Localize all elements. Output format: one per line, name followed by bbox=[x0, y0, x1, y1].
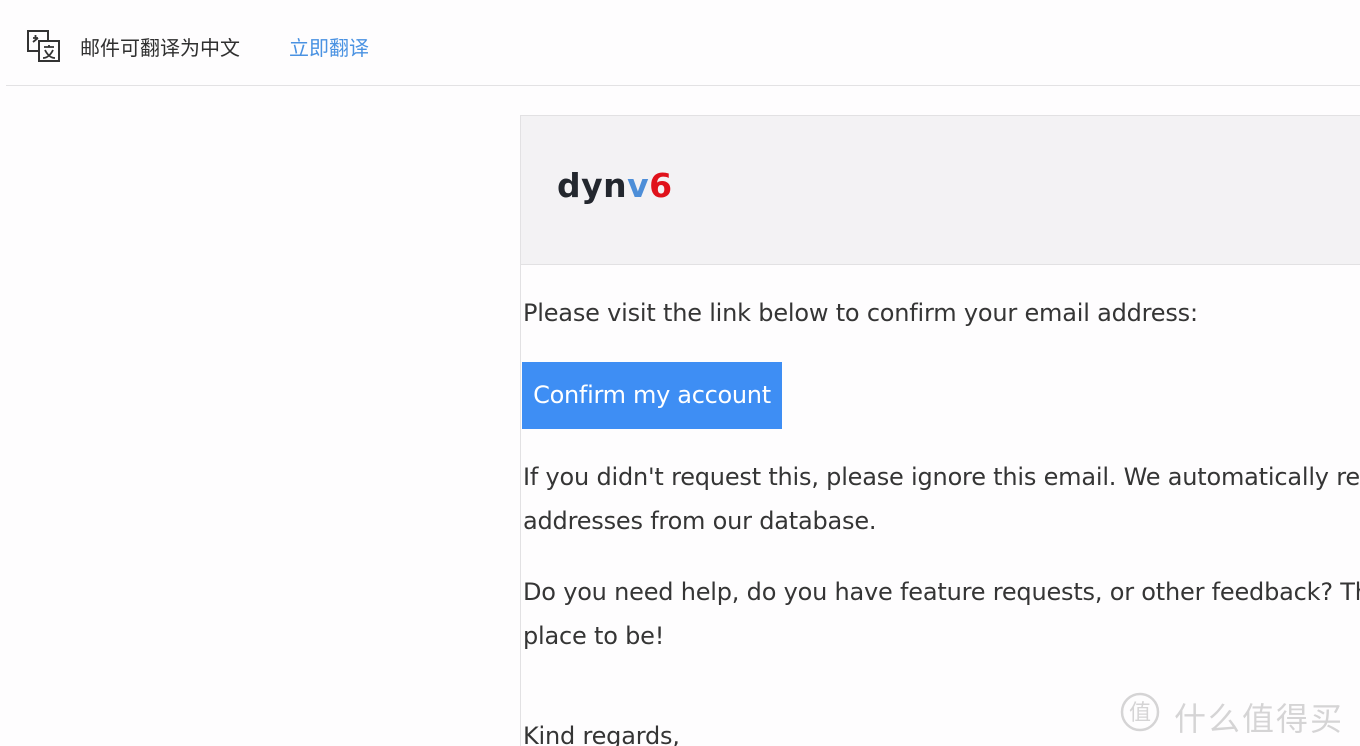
translate-bar: 邮件可翻译为中文 立即翻译 bbox=[0, 0, 1360, 86]
translate-bar-divider bbox=[6, 85, 1360, 86]
email-header: dynv6 bbox=[521, 116, 1360, 265]
translate-prompt: 邮件可翻译为中文 bbox=[80, 36, 240, 60]
ignore-text-line-2: addresses from our database. bbox=[523, 507, 877, 535]
translate-icon[interactable] bbox=[26, 28, 62, 64]
help-text-line-2: place to be! bbox=[523, 622, 665, 650]
ignore-text-line-1: If you didn't request this, please ignor… bbox=[523, 463, 1360, 491]
email-viewer: 邮件可翻译为中文 立即翻译 dynv6 Please visit the lin… bbox=[0, 0, 1360, 746]
help-text-line-1: Do you need help, do you have feature re… bbox=[523, 578, 1360, 606]
intro-text: Please visit the link below to confirm y… bbox=[523, 299, 1198, 327]
logo-part-v: v bbox=[627, 166, 650, 205]
email-body: dynv6 Please visit the link below to con… bbox=[520, 115, 1360, 746]
logo-part-6: 6 bbox=[649, 166, 673, 205]
watermark-logo-icon: 值 bbox=[1120, 692, 1160, 732]
dynv6-logo: dynv6 bbox=[557, 166, 673, 206]
watermark-text: 什么值得买 bbox=[1174, 700, 1345, 738]
translate-now-link[interactable]: 立即翻译 bbox=[289, 35, 369, 61]
confirm-account-button[interactable]: Confirm my account bbox=[522, 362, 782, 429]
svg-text:值: 值 bbox=[1129, 701, 1151, 726]
watermark: 值 什么值得买 bbox=[1118, 690, 1358, 738]
signoff-text: Kind regards, bbox=[523, 722, 680, 746]
logo-part-dyn: dyn bbox=[557, 166, 628, 205]
